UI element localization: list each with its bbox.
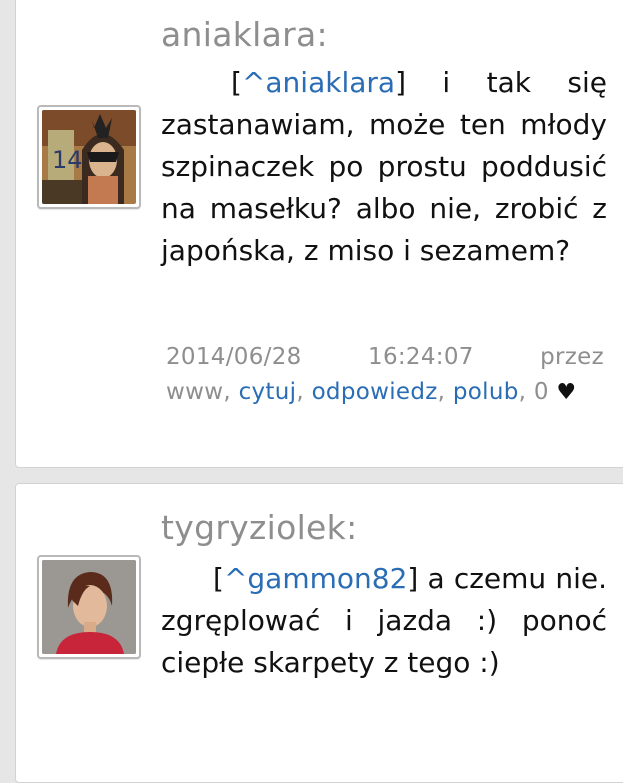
svg-text:14: 14 [52, 146, 83, 174]
reply-link[interactable]: odpowiedz [312, 379, 438, 405]
avatar[interactable]: 14 [37, 105, 141, 209]
comment-text: [^aniaklara] i tak się zastanawiam, może… [161, 66, 607, 267]
avatar-image: 14 [42, 110, 136, 204]
heart-icon: ♥ [556, 380, 577, 405]
comment-card: tygryziolek: [^gammon82] a czemu nie. zg… [15, 483, 623, 783]
like-link[interactable]: polub [453, 379, 519, 405]
comment-username[interactable]: tygryziolek: [161, 508, 358, 547]
mention-link[interactable]: ^gammon82 [224, 562, 407, 595]
comment-text: [^gammon82] a czemu nie. zgręplować i ja… [161, 562, 607, 679]
comment-card: aniaklara: 14 [^aniaklara] i tak się zas… [15, 0, 623, 468]
like-count: 0 [533, 379, 549, 405]
quote-link[interactable]: cytuj [239, 379, 297, 405]
comment-time: 16:24:07 [368, 344, 474, 370]
mention-link[interactable]: ^aniaklara [242, 66, 395, 99]
comment-meta: 2014/06/28 16:24:07 przez www, cytuj, od… [166, 344, 605, 405]
avatar[interactable] [37, 555, 141, 659]
comment-username[interactable]: aniaklara: [161, 15, 328, 54]
avatar-image [42, 560, 136, 654]
comment-date: 2014/06/28 [166, 344, 302, 370]
